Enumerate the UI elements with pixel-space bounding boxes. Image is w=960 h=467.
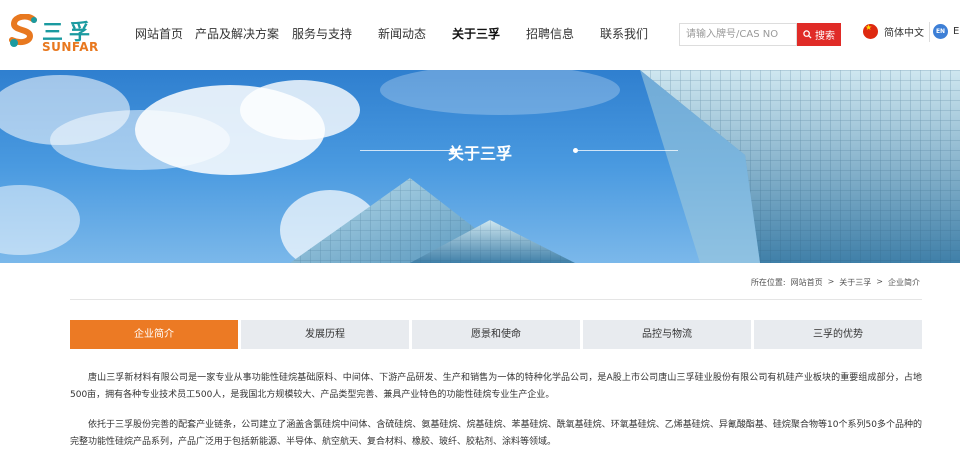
breadcrumb: 所在位置: 网站首页 > 关于三孚 > 企业简介 [751,277,920,288]
about-tabs: 企业简介 发展历程 愿景和使命 品控与物流 三孚的优势 [70,320,922,349]
breadcrumb-separator: > [827,277,835,286]
search-button-label: 搜索 [815,31,835,42]
profile-paragraph: 依托于三孚股份完善的配套产业链条，公司建立了涵盖含氯硅烷中间体、含硫硅烷、氨基硅… [70,420,922,447]
breadcrumb-current[interactable]: 企业简介 [888,277,920,288]
nav-item-services[interactable]: 服务与支持 [286,0,358,70]
nav-item-news[interactable]: 新闻动态 [370,0,434,70]
language-divider [929,22,930,42]
logo-name-en: SUNFAR [42,40,99,54]
page-banner: 关于三孚 [0,70,960,263]
search-bar: 搜索 [679,23,843,46]
banner-background-image [0,70,960,263]
banner-line-right [578,150,678,151]
search-input[interactable] [679,23,797,46]
tab-company-profile[interactable]: 企业简介 [70,320,238,349]
tab-vision-mission[interactable]: 愿景和使命 [412,320,580,349]
nav-item-about[interactable]: 关于三孚 [444,0,508,70]
nav-item-home[interactable]: 网站首页 [130,0,188,70]
china-flag-icon [863,24,878,39]
tab-advantages[interactable]: 三孚的优势 [754,320,922,349]
banner-title: 关于三孚 [447,144,512,163]
nav-item-contact[interactable]: 联系我们 [592,0,656,70]
site-logo[interactable]: 三孚 SUNFAR [8,14,98,54]
nav-item-products[interactable]: 产品及解决方案 [192,0,282,70]
breadcrumb-home[interactable]: 网站首页 [791,277,823,288]
language-chinese-label: 简体中文 [884,28,924,39]
language-english-label: E [953,26,960,37]
breadcrumb-divider [70,299,922,300]
search-icon [803,30,812,39]
breadcrumb-prefix: 所在位置: [750,278,786,287]
nav-item-careers[interactable]: 招聘信息 [518,0,582,70]
english-globe-icon: EN [933,24,948,39]
company-profile-content: 唐山三孚新材料有限公司是一家专业从事功能性硅烷基础原料、中间体、下游产品研发、生… [70,370,922,464]
tab-quality-logistics[interactable]: 品控与物流 [583,320,751,349]
logo-mark-icon [9,14,37,47]
site-header: 三孚 SUNFAR 网站首页 产品及解决方案 服务与支持 新闻动态 关于三孚 招… [0,0,960,70]
breadcrumb-about[interactable]: 关于三孚 [839,277,871,288]
breadcrumb-separator: > [876,277,883,286]
search-button[interactable]: 搜索 [797,23,841,46]
profile-paragraph: 唐山三孚新材料有限公司是一家专业从事功能性硅烷基础原料、中间体、下游产品研发、生… [70,373,922,400]
tab-history[interactable]: 发展历程 [241,320,409,349]
language-english[interactable]: EN E [933,24,959,39]
language-chinese[interactable]: 简体中文 [863,24,924,39]
main-nav: 网站首页 产品及解决方案 服务与支持 新闻动态 关于三孚 招聘信息 联系我们 [130,0,656,70]
